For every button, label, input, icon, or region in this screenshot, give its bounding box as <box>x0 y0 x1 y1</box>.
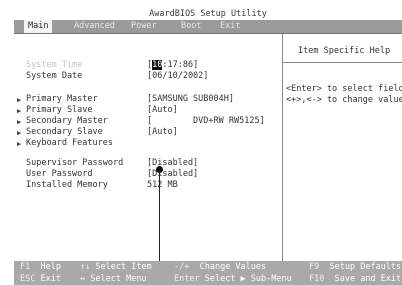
primary-master-label[interactable]: Primary Master <box>26 94 98 105</box>
key-leftright-desc: Select Menu <box>90 274 147 284</box>
primary-master-value[interactable]: [SAMSUNG SUB004H] <box>147 94 234 105</box>
key-f10: F10 <box>309 274 325 284</box>
system-date-field[interactable]: [06/10/2002] <box>147 71 208 82</box>
bios-title: AwardBIOS Setup Utility <box>149 9 267 19</box>
key-esc: ESC <box>20 274 36 284</box>
key-f1: F1 <box>20 262 31 272</box>
secondary-master-value[interactable]: [ DVD+RW RW5125] <box>147 116 265 127</box>
key-plusminus-desc: Change Values <box>199 262 267 272</box>
tab-boot[interactable]: Boot <box>177 20 205 33</box>
key-legend: F1 Help ↑↓ Select Item -/+ Change Values… <box>14 261 402 285</box>
user-password-value[interactable]: [Disabled] <box>147 169 198 180</box>
keyboard-features-arrow-icon: ▶ <box>17 140 22 148</box>
key-esc-desc: Exit <box>40 274 61 284</box>
bios-screen: AwardBIOS Setup Utility Main Advanced Po… <box>0 0 402 285</box>
primary-slave-label[interactable]: Primary Slave <box>26 105 93 116</box>
tab-exit[interactable]: Exit <box>216 20 244 33</box>
key-updown: ↑↓ <box>80 262 91 272</box>
secondary-slave-label[interactable]: Secondary Slave <box>26 127 103 138</box>
key-leftright: ↔ <box>80 274 86 284</box>
help-divider <box>283 62 402 63</box>
user-password-label: User Password <box>26 169 93 179</box>
help-line-1: <Enter> to select field; <box>286 84 402 94</box>
key-f9-desc: Setup Defaults <box>329 262 402 272</box>
secondary-master-arrow-icon: ▶ <box>17 118 22 126</box>
system-time-label: System Time <box>26 60 83 70</box>
keyboard-features-label[interactable]: Keyboard Features <box>26 138 113 149</box>
secondary-master-label[interactable]: Secondary Master <box>26 116 108 127</box>
installed-memory-value: 512 MB <box>147 180 178 190</box>
system-time-rest: :17:86] <box>162 60 199 70</box>
primary-master-arrow-icon: ▶ <box>17 96 22 104</box>
key-updown-desc: Select Item <box>95 262 152 272</box>
key-plusminus: -/+ <box>174 262 190 272</box>
primary-slave-arrow-icon: ▶ <box>17 107 22 115</box>
tab-advanced[interactable]: Advanced <box>70 20 119 33</box>
tab-power[interactable]: Power <box>127 20 161 33</box>
help-title: Item Specific Help <box>298 46 391 56</box>
system-time-field[interactable]: [10:17:86] <box>147 60 198 71</box>
main-panel: System Time [10:17:86] System Date [06/1… <box>14 33 402 262</box>
tab-main[interactable]: Main <box>24 20 53 33</box>
menu-bar: Main Advanced Power Boot Exit <box>14 20 402 33</box>
secondary-slave-arrow-icon: ▶ <box>17 129 22 137</box>
key-f9: F9 <box>309 262 320 272</box>
panel-divider <box>282 34 283 261</box>
secondary-slave-value[interactable]: [Auto] <box>147 127 178 138</box>
system-time-hour-cursor[interactable]: 10 <box>152 60 163 70</box>
key-enter: Enter <box>174 274 200 284</box>
help-line-2: <+>,<-> to change value. <box>286 95 402 105</box>
system-date-label: System Date <box>26 71 83 81</box>
key-enter-desc: Select ▶ Sub-Menu <box>204 274 292 284</box>
primary-slave-value[interactable]: [Auto] <box>147 105 178 116</box>
key-f1-desc: Help <box>40 262 61 272</box>
key-f10-desc: Save and Exit <box>334 274 402 284</box>
supervisor-password-value[interactable]: [Disabled] <box>147 158 198 169</box>
installed-memory-label: Installed Memory <box>26 180 108 190</box>
supervisor-password-label: Supervisor Password <box>26 158 124 168</box>
